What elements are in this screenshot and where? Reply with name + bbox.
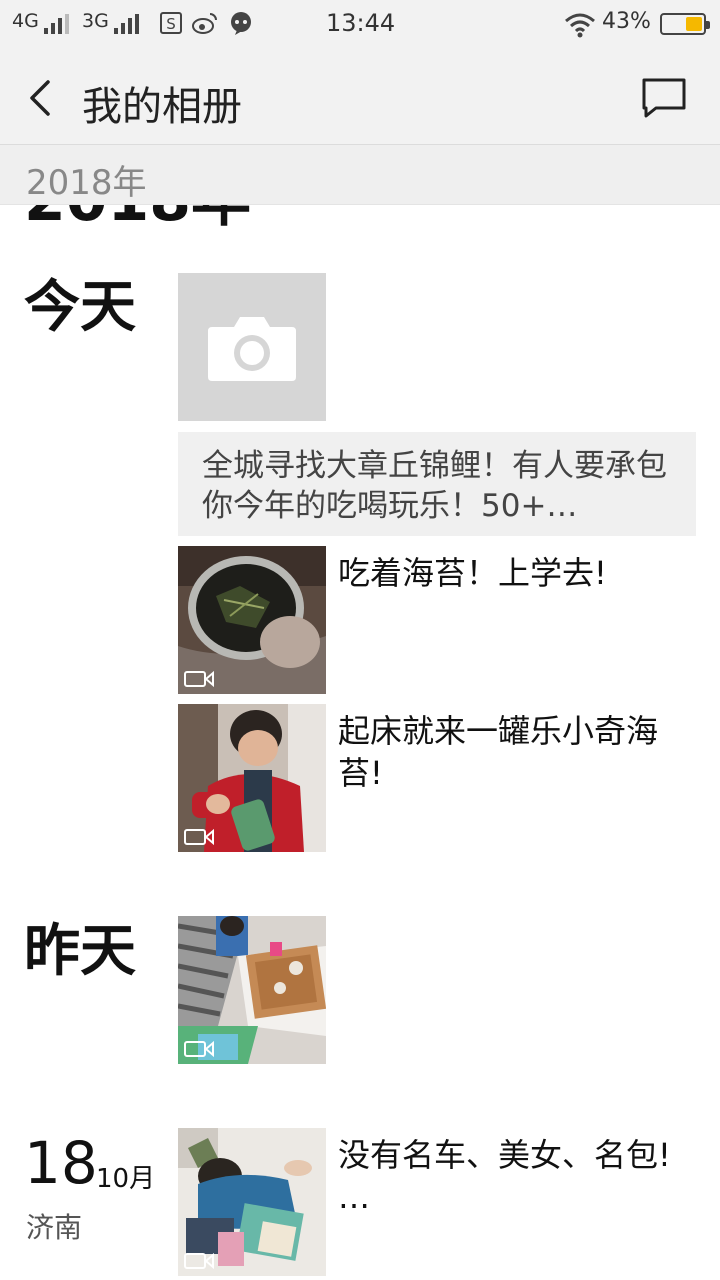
shared-article-link[interactable]: 全城寻找大章丘锦鲤！有人要承包你今年的吃喝玩乐！50+… — [178, 432, 696, 536]
battery-icon — [660, 13, 710, 35]
camera-icon — [208, 317, 296, 381]
video-icon — [184, 1040, 214, 1058]
app-header: 我的相册 — [0, 50, 720, 145]
status-bar: 4G 3G S 13:44 43% — [0, 0, 720, 50]
sticky-year-header: 2018年 — [0, 145, 720, 205]
chat-app-icon — [231, 12, 251, 35]
day-label-today: 今天 — [24, 275, 136, 340]
wifi-icon — [565, 13, 595, 38]
shared-article-text: 全城寻找大章丘锦鲤！有人要承包你今年的吃喝玩乐！50+… — [202, 448, 667, 524]
network-type-1: 4G — [12, 10, 39, 32]
battery-percent: 43% — [602, 9, 651, 34]
post-caption[interactable]: 起床就来一罐乐小奇海苔! — [338, 710, 688, 794]
post-thumbnail[interactable] — [178, 916, 326, 1064]
signal-icon — [44, 12, 72, 34]
s-app-icon: S — [160, 12, 182, 34]
video-icon — [184, 670, 214, 688]
date-month: 10月 — [96, 1164, 156, 1194]
video-icon — [184, 828, 214, 846]
post-thumbnail[interactable] — [178, 1128, 326, 1276]
day-label-yesterday: 昨天 — [24, 919, 136, 984]
network-type-2: 3G — [82, 10, 109, 32]
video-icon — [184, 1252, 214, 1270]
chevron-left-icon[interactable] — [18, 72, 68, 122]
post-thumbnail[interactable] — [178, 546, 326, 694]
post-caption[interactable]: 没有名车、美女、名包! … — [338, 1134, 688, 1218]
date-day: 18 — [24, 1129, 98, 1197]
clock: 13:44 — [326, 9, 396, 37]
weibo-icon — [192, 13, 217, 34]
post-caption[interactable]: 吃着海苔！上学去! — [338, 552, 688, 594]
page-title: 我的相册 — [82, 84, 242, 130]
message-bubble-icon[interactable] — [636, 72, 692, 122]
sticky-year-label: 2018年 — [26, 163, 147, 203]
svg-text:S: S — [166, 15, 176, 33]
signal-icon-2 — [114, 12, 142, 34]
post-location: 济南 — [26, 1211, 83, 1244]
add-photo-button[interactable] — [178, 273, 326, 421]
post-thumbnail[interactable] — [178, 704, 326, 852]
